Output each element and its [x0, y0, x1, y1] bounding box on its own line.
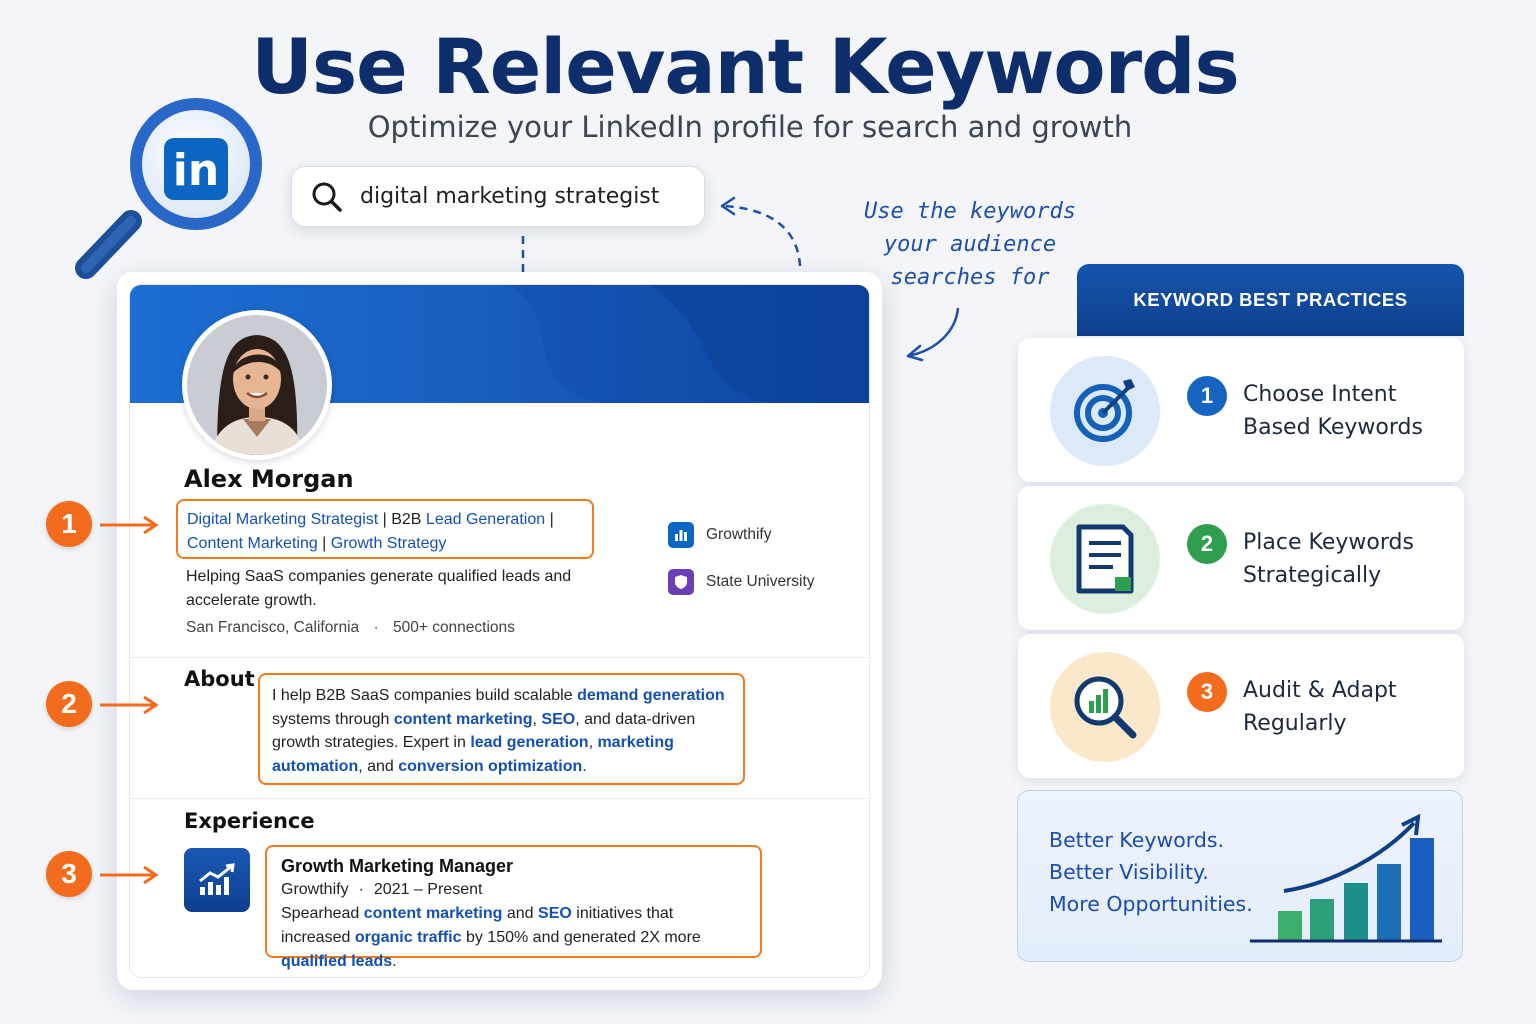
- about-heading: About: [184, 667, 255, 691]
- curved-arrow-to-search: [720, 196, 802, 267]
- search-icon: [312, 182, 342, 212]
- marker-1: 1: [46, 501, 92, 547]
- linkedin-magnifier-icon: in: [75, 98, 262, 279]
- profile-name: Alex Morgan: [184, 465, 354, 493]
- target-icon: [1050, 356, 1160, 466]
- avatar[interactable]: [182, 310, 332, 460]
- section-divider: [130, 798, 869, 799]
- growth-bar-chart-icon: [1250, 813, 1442, 943]
- experience-logo-icon: [184, 848, 250, 912]
- search-query[interactable]: digital marketing strategist: [360, 184, 659, 209]
- keyword-hint: Use the keywords your audience searches …: [864, 199, 1076, 290]
- best-practice-3: 3 Audit & Adapt Regularly: [1018, 634, 1464, 778]
- marker-arrow-icon: [100, 865, 159, 885]
- search-bar[interactable]: digital marketing strategist: [291, 166, 705, 227]
- result-box: Better Keywords. Better Visibility. More…: [1017, 790, 1463, 962]
- experience-description: Spearhead content marketing and SEO init…: [281, 905, 701, 970]
- profile-card: Alex Morgan Digital Marketing Strategist…: [117, 272, 882, 990]
- company-logo-icon: [668, 522, 694, 548]
- best-practice-2: 2 Place Keywords Strategically: [1018, 486, 1464, 630]
- best-practice-1: 1 Choose Intent Based Keywords: [1018, 338, 1464, 482]
- best-practice-label: Audit & Adapt Regularly: [1243, 678, 1397, 736]
- profile-meta: San Francisco, California · 500+ connect…: [186, 619, 515, 636]
- step-number: 2: [1187, 524, 1227, 564]
- profile-headline: Digital Marketing Strategist | B2B Lead …: [176, 499, 594, 559]
- marker-3: 3: [46, 851, 92, 897]
- experience-heading: Experience: [184, 809, 315, 833]
- marker-2: 2: [46, 681, 92, 727]
- marker-arrow-icon: [100, 695, 159, 715]
- step-number: 1: [1187, 376, 1227, 416]
- school-shield-icon: [668, 569, 694, 595]
- best-practice-label: Choose Intent Based Keywords: [1243, 382, 1423, 440]
- document-icon: [1050, 504, 1160, 614]
- section-divider: [130, 657, 869, 658]
- best-practices-header: KEYWORD BEST PRACTICES: [1077, 264, 1464, 336]
- dashed-connector: [521, 236, 525, 272]
- experience-entry: Growth Marketing Manager Growthify · 2021 …: [265, 845, 762, 970]
- step-number: 3: [1187, 672, 1227, 712]
- analytics-magnifier-icon: [1050, 652, 1160, 762]
- linkedin-logo-text: in: [173, 145, 219, 196]
- company-link[interactable]: Growthify: [668, 522, 771, 548]
- experience-role: Growth Marketing Manager: [281, 856, 514, 876]
- curved-arrow-to-profile: [906, 307, 960, 362]
- result-text: Better Keywords. Better Visibility. More…: [1049, 828, 1253, 916]
- profile-tagline: Helping SaaS companies generate qualifie…: [186, 568, 572, 609]
- about-text: I help B2B SaaS companies build scalable…: [258, 673, 745, 785]
- best-practice-label: Place Keywords Strategically: [1243, 530, 1414, 588]
- experience-company-dates: Growthify · 2021 – Present: [281, 881, 483, 898]
- school-link[interactable]: State University: [668, 569, 815, 595]
- marker-arrow-icon: [100, 515, 159, 535]
